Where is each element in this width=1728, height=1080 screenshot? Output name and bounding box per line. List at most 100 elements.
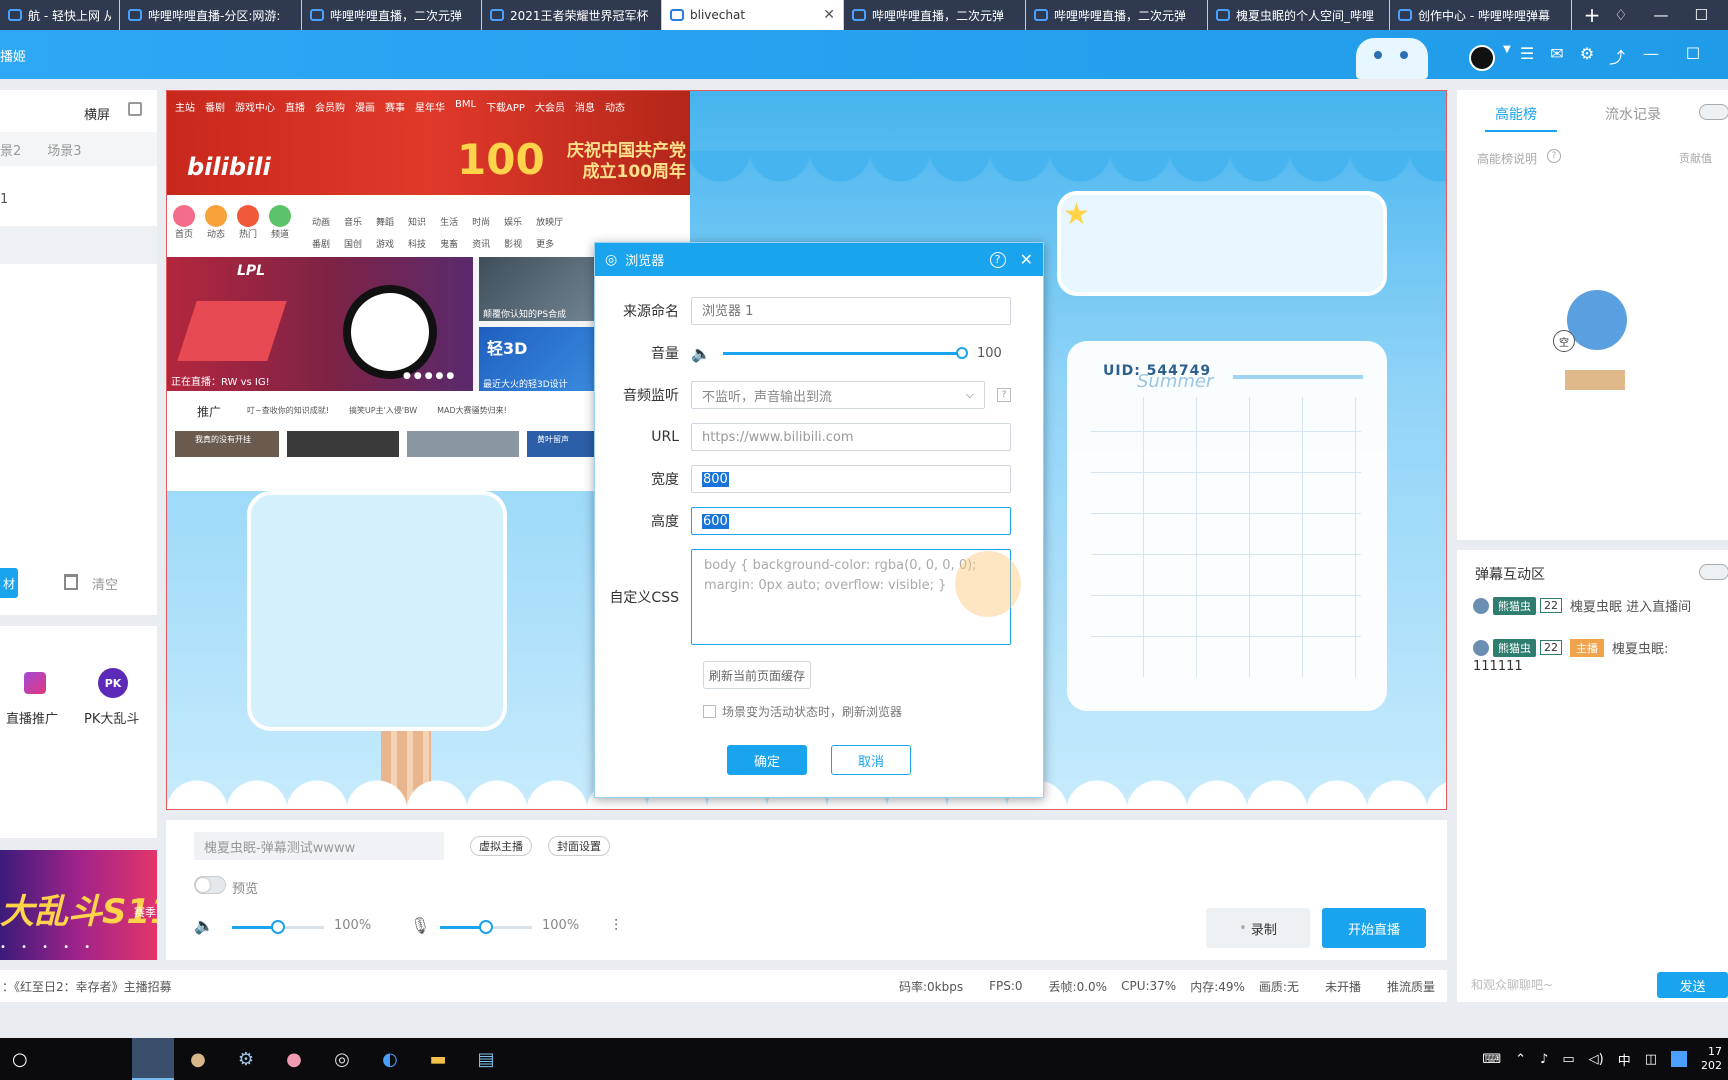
browser-tab[interactable]: 哔哩哔哩直播，二次元弹	[302, 0, 482, 30]
browser-icon[interactable]: ◐	[366, 1038, 414, 1080]
start-live-button[interactable]: 开始直播	[1322, 908, 1426, 948]
browser-tab[interactable]: 哔哩哔哩直播，二次元弹	[1026, 0, 1208, 30]
bili-nav-item[interactable]: 直播	[285, 99, 305, 114]
help-icon[interactable]: ?	[1547, 149, 1561, 163]
close-tab-icon[interactable]: ✕	[823, 7, 835, 23]
help-icon[interactable]: ?	[997, 388, 1011, 402]
speaker-volume-slider[interactable]	[232, 920, 324, 934]
add-material-button[interactable]: 材	[0, 568, 18, 598]
audio-monitor-select[interactable]: 不监听，声音输出到流 ⌵	[691, 381, 985, 409]
menu-icon[interactable]: ☰	[1516, 44, 1538, 63]
stream-quality[interactable]: 推流质量	[1387, 978, 1435, 995]
notice-text[interactable]: ：《红至日2：幸存者》主播招募	[2, 978, 172, 995]
danmaku-toggle[interactable]	[1699, 564, 1728, 580]
rank-desc[interactable]: 高能榜说明	[1477, 150, 1537, 167]
close-icon[interactable]: ✕	[1020, 250, 1033, 269]
browser-tab[interactable]: 2021王者荣耀世界冠军杯	[482, 0, 662, 30]
carousel-dots[interactable]: ●●●●●	[403, 371, 457, 381]
cancel-button[interactable]: 取消	[831, 745, 911, 775]
clear-button[interactable]: 清空	[92, 574, 118, 593]
height-input[interactable]: 600	[691, 507, 1011, 535]
refresh-on-active-label[interactable]: 场景变为活动状态时，刷新浏览器	[722, 703, 902, 720]
virtual-host-button[interactable]: 虚拟主播	[470, 836, 532, 856]
bili-nav-item[interactable]: 漫画	[355, 99, 375, 114]
app-taskbar-icon[interactable]	[132, 1038, 174, 1080]
bili-nav-item[interactable]: 游戏中心	[235, 99, 275, 114]
bili-nav-item[interactable]: 下载APP	[486, 99, 525, 114]
volume-slider[interactable]	[723, 346, 968, 359]
source-name-input[interactable]	[691, 297, 1011, 325]
bili-live-banner[interactable]: LPL 正在直播：RW vs IG! ●●●●●	[167, 257, 473, 391]
maximize-icon[interactable]: ☐	[1682, 44, 1704, 63]
search-circle-icon[interactable]: ○	[0, 1038, 132, 1080]
ime-mode-icon[interactable]: ◫	[1645, 1052, 1657, 1067]
ime-indicator[interactable]: 中	[1618, 1050, 1631, 1069]
obs-icon[interactable]: ◎	[318, 1038, 366, 1080]
avatar[interactable]	[1469, 45, 1495, 71]
tab-flow[interactable]: 流水记录	[1605, 104, 1661, 124]
room-title-input[interactable]: 槐夏虫眠-弹幕测试wwww	[194, 832, 444, 860]
bili-nav-item[interactable]: 会员购	[315, 99, 345, 114]
preview-toggle[interactable]	[194, 876, 226, 894]
microphone-icon[interactable]: 🎙	[410, 916, 430, 935]
network-icon[interactable]: ▭	[1562, 1052, 1574, 1067]
video-thumb[interactable]	[287, 431, 399, 457]
chevron-up-icon[interactable]: ⌃	[1515, 1052, 1526, 1067]
send-button[interactable]: 发送	[1657, 972, 1728, 998]
mixer-icon[interactable]: ⫶	[614, 916, 618, 936]
tab-scene-2[interactable]: 景2	[0, 140, 21, 159]
pk-icon[interactable]: PK	[98, 668, 128, 698]
cookie-app-icon[interactable]: ●	[174, 1038, 222, 1080]
settings-icon[interactable]: ⚙	[1576, 44, 1598, 63]
notepad-icon[interactable]: ▤	[462, 1038, 510, 1080]
promotion-icon[interactable]	[24, 672, 46, 694]
steam-icon[interactable]: ⚙	[222, 1038, 270, 1080]
chat-input[interactable]: 和观众聊聊吧~	[1471, 976, 1553, 993]
bili-nav-item[interactable]: 番剧	[205, 99, 225, 114]
tool-label-promotion[interactable]: 直播推广	[6, 708, 58, 727]
source-item[interactable]: 1	[0, 192, 8, 207]
mic-tray-icon[interactable]: ♪	[1540, 1052, 1548, 1067]
url-input[interactable]: https://www.bilibili.com	[691, 423, 1011, 451]
tab-rank[interactable]: 高能榜	[1495, 104, 1537, 124]
browser-tab[interactable]: 航 - 轻快上网 从这	[0, 0, 120, 30]
bili-nav-item[interactable]: BML	[455, 99, 476, 114]
mic-volume-knob[interactable]	[479, 920, 493, 934]
volume-tray-icon[interactable]: ◁)	[1589, 1052, 1604, 1067]
danmaku-message[interactable]: 熊猫虫 22 主播 槐夏虫眠: 111111	[1473, 638, 1723, 674]
confirm-button[interactable]: 确定	[727, 745, 807, 775]
cover-settings-button[interactable]: 封面设置	[548, 836, 610, 856]
chevron-down-icon[interactable]: ▼	[1496, 44, 1518, 55]
screen-mode-label[interactable]: 横屏	[84, 104, 110, 123]
record-button[interactable]: • 录制	[1206, 908, 1310, 948]
keyboard-icon[interactable]: ⌨	[1482, 1052, 1501, 1067]
speaker-icon[interactable]: 🔈	[691, 344, 717, 363]
trash-icon[interactable]	[64, 574, 78, 590]
browser-tab-active[interactable]: blivechat ✕	[662, 0, 844, 30]
video-thumb[interactable]: 我真的没有开挂	[175, 431, 279, 457]
speaker-icon[interactable]: 🔈	[194, 916, 214, 935]
bili-nav-item[interactable]: 消息	[575, 99, 595, 114]
browser-tab[interactable]: 槐夏虫眠的个人空间_哔哩	[1208, 0, 1390, 30]
refresh-on-active-checkbox[interactable]	[703, 705, 716, 718]
bili-nav-item[interactable]: 星年华	[415, 99, 445, 114]
video-thumb[interactable]	[407, 431, 519, 457]
minimize-icon[interactable]: —	[1654, 6, 1669, 24]
volume-slider-knob[interactable]	[956, 346, 968, 359]
bili-logo[interactable]: bilibili	[187, 153, 271, 181]
app-tray-icon[interactable]	[1671, 1051, 1687, 1067]
source-item-selected[interactable]	[0, 226, 157, 264]
promo-banner[interactable]: 大乱斗S11 赛季 • • • • •	[0, 850, 157, 960]
tool-label-pk[interactable]: PK大乱斗	[84, 708, 139, 727]
share-icon[interactable]: ⤴	[1606, 44, 1628, 68]
speaker-volume-knob[interactable]	[271, 920, 285, 934]
minimize-icon[interactable]: —	[1640, 44, 1662, 63]
help-icon[interactable]: ?	[989, 251, 1006, 268]
browser-tab[interactable]: 创作中心 - 哔哩哔哩弹幕	[1390, 0, 1572, 30]
rank-toggle[interactable]	[1699, 104, 1728, 120]
tab-scene-3[interactable]: 场景3	[47, 140, 81, 159]
bili-nav-item[interactable]: 大会员	[535, 99, 565, 114]
mail-icon[interactable]: ✉	[1546, 44, 1568, 63]
banner-dots[interactable]: • • • • •	[0, 942, 96, 953]
game-app-icon[interactable]: ●	[270, 1038, 318, 1080]
